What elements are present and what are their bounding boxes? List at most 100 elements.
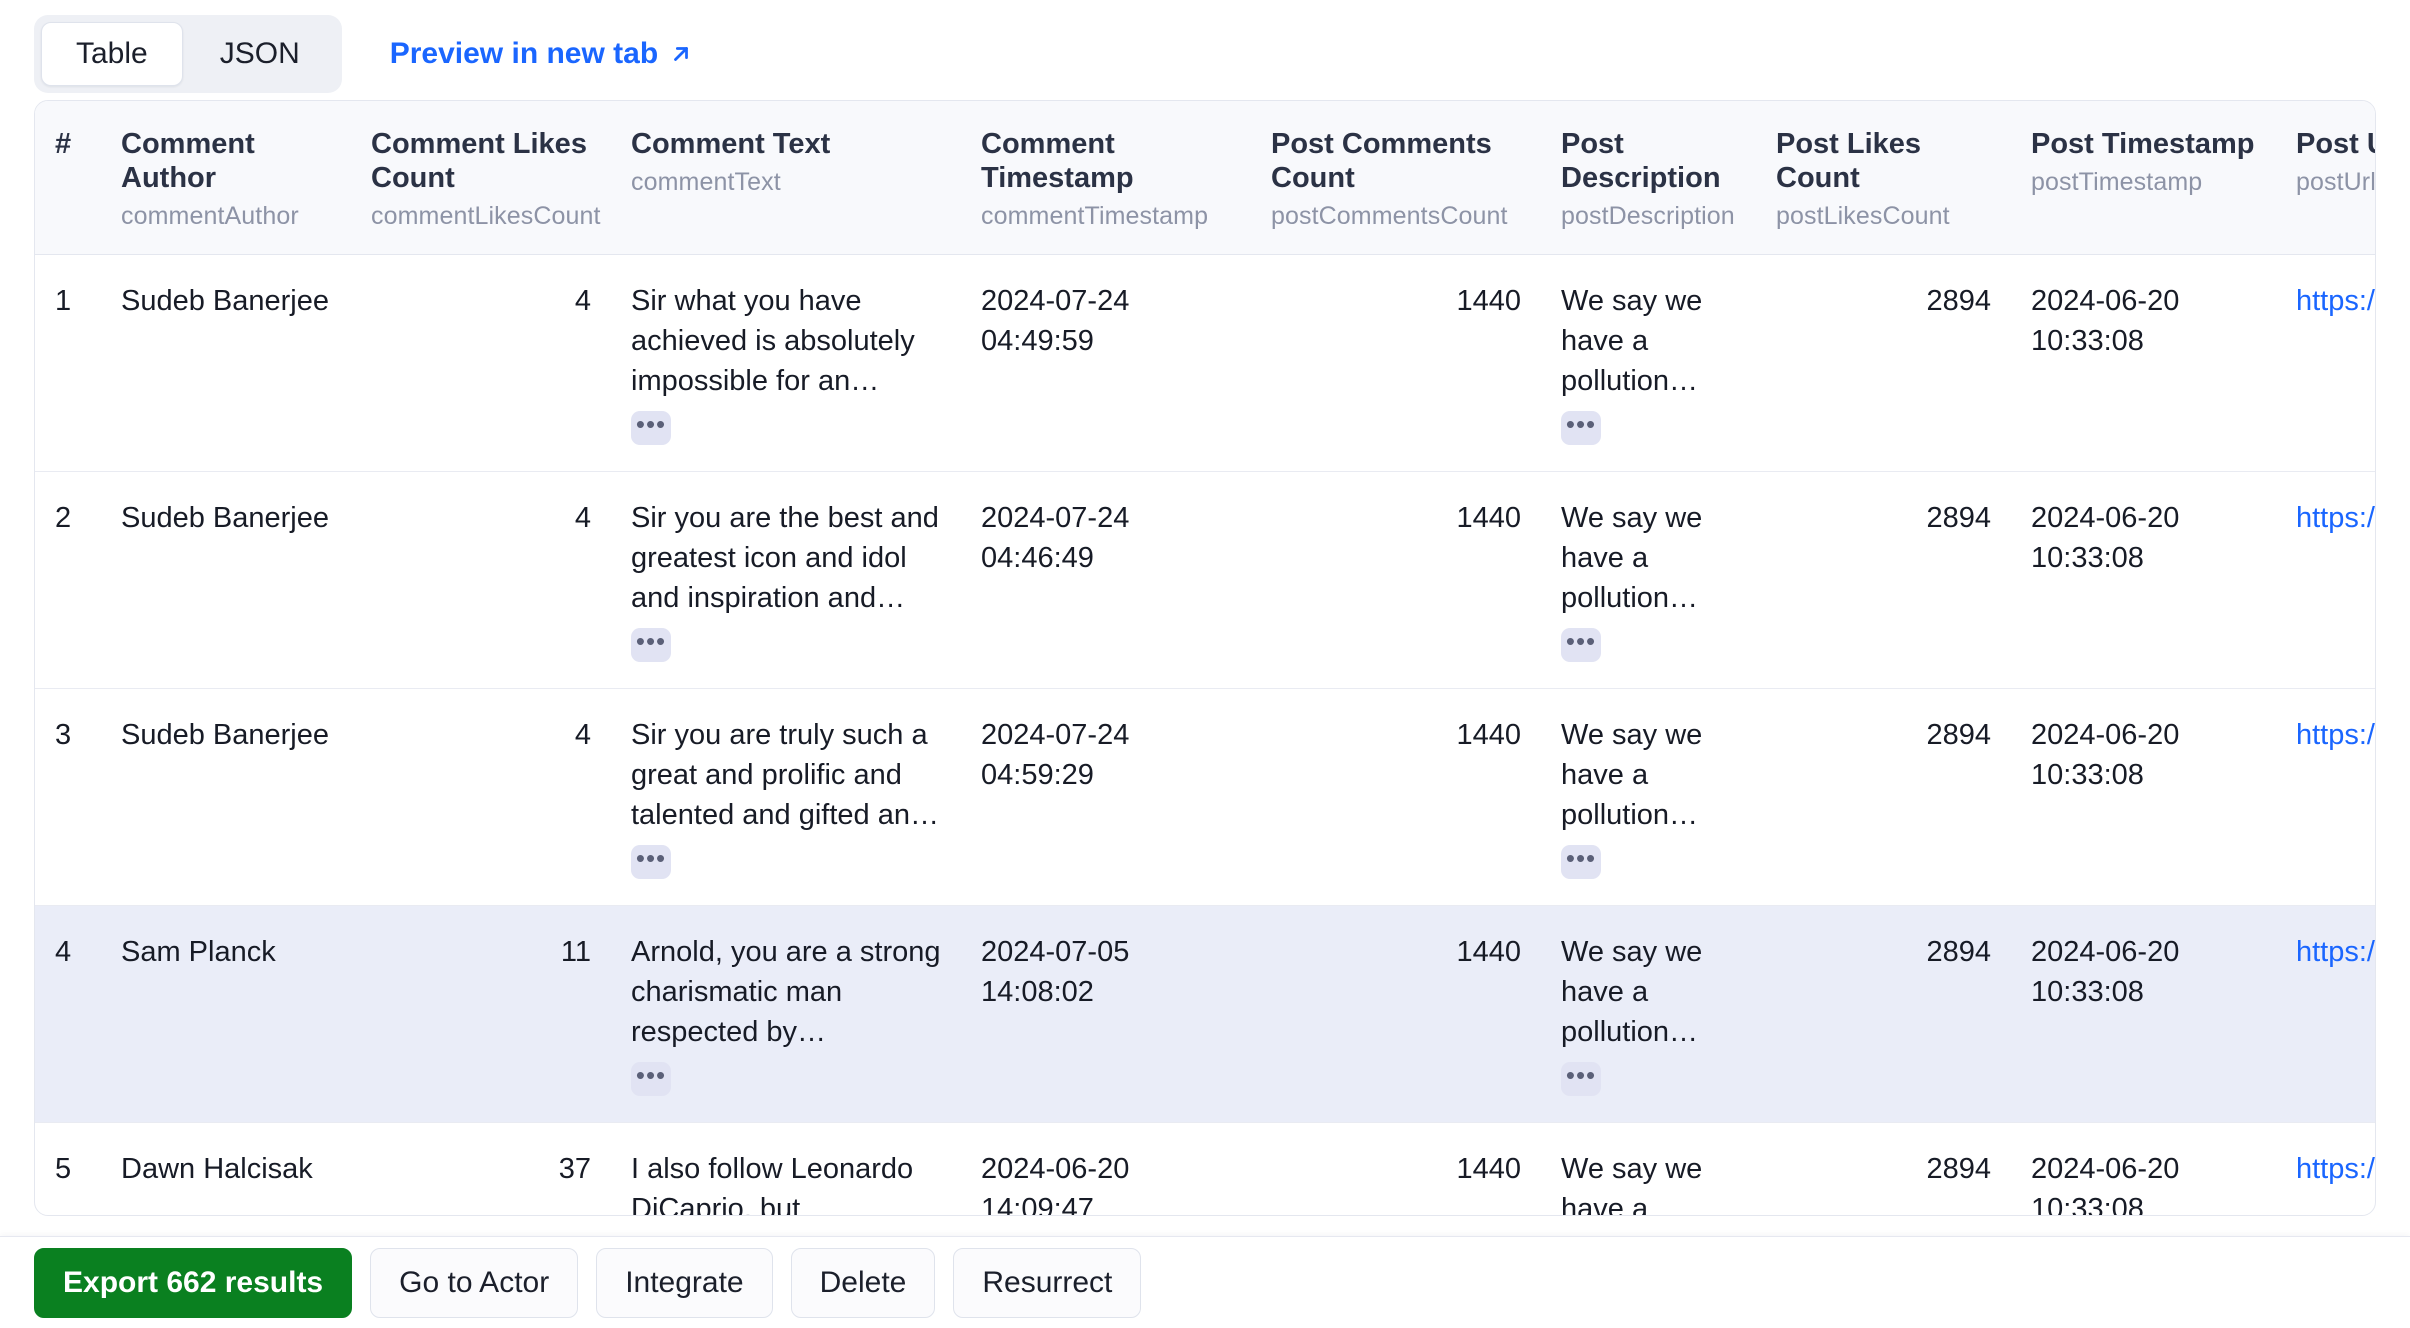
cell-post-url: https://www.facebook [2276,254,2375,472]
preview-in-new-tab-link[interactable]: Preview in new tab [390,37,692,71]
column-field-name: postDescription [1561,202,1735,231]
cell-post-url: https://www.facebook [2276,905,2375,1124]
column-header-comment-text[interactable]: Comment Text commentText [611,101,961,255]
table-body: 1 Sudeb Banerjee 4 Sir what you have achiev… [35,254,2375,1216]
expand-cell-button[interactable]: ••• [1561,1062,1601,1097]
cell-post-description: We say we have a pollution… ••• [1541,905,1756,1124]
cell-post-likes-count: 2894 [1756,905,2011,1124]
comment-text: I also follow Leonardo DiCaprio, but eve… [631,1153,914,1216]
column-title: Post URL [2296,128,2375,160]
post-url-link[interactable]: https://www.facebook [2296,1153,2375,1185]
column-field-name: postLikesCount [1776,202,1950,231]
column-title: Post Timestamp [2031,128,2255,160]
column-field-name: commentAuthor [121,202,299,231]
column-field-name: postCommentsCount [1271,202,1508,231]
column-title: Comment Timestamp [981,128,1134,195]
table-header-row: # Comment Author commentAuthor Comment L… [35,101,2375,255]
column-header-post-comments-count[interactable]: Post Comments Count postCommentsCount [1251,101,1541,255]
cell-post-description: We say we have a pollution… ••• [1541,688,1756,907]
row-index-cell: 5 [35,1122,101,1215]
cell-post-timestamp: 2024-06-20 10:33:08 [2011,688,2276,907]
delete-button[interactable]: Delete [790,1247,936,1318]
cell-post-comments-count: 1440 [1251,254,1541,472]
cell-post-timestamp: 2024-06-20 10:33:08 [2011,471,2276,690]
cell-comment-text: Sir you are truly such a great and proli… [611,688,961,907]
cell-comment-author: Sudeb Banerjee [101,254,351,472]
post-url-link[interactable]: https://www.facebook [2296,502,2375,534]
column-header-comment-likes-count[interactable]: Comment Likes Count commentLikesCount [351,101,611,255]
comment-text: Sir you are the best and greatest icon a… [631,501,939,615]
cell-comment-timestamp: 2024-07-24 04:49:59 [961,254,1251,472]
comment-text: Arnold, you are a strong charismatic man… [631,936,941,1049]
cell-post-description: We say we have a pollution… ••• [1541,254,1756,472]
column-header-post-description[interactable]: Post Description postDescription [1541,101,1756,255]
table-row[interactable]: 4 Sam Planck 11 Arnold, you are a strong ch… [35,905,2375,1124]
cell-post-comments-count: 1440 [1251,1122,1541,1215]
column-header-post-url[interactable]: Post URL postUrl [2276,101,2375,255]
column-title: Post Comments Count [1271,128,1492,195]
column-field-name: commentTimestamp [981,202,1209,231]
integrate-button[interactable]: Integrate [596,1247,773,1318]
results-table: # Comment Author commentAuthor Comment L… [35,101,2375,1216]
row-index-cell: 2 [35,471,101,690]
cell-comment-timestamp: 2024-07-05 14:08:02 [961,905,1251,1124]
cell-comment-likes-count: 11 [351,905,611,1124]
post-url-link[interactable]: https://www.facebook [2296,936,2375,968]
table-row[interactable]: 5 Dawn Halcisak 37 I also follow Leonardo D… [35,1122,2375,1216]
post-description-text: We say we have a pollution… [1561,501,1703,615]
view-toolbar: Table JSON Preview in new tab [0,0,2410,93]
export-results-button[interactable]: Export 662 results [34,1247,353,1318]
column-title: Post Description [1561,128,1721,195]
action-bar: Export 662 results Go to Actor Integrate… [0,1236,2410,1328]
cell-post-comments-count: 1440 [1251,905,1541,1124]
expand-cell-button[interactable]: ••• [1561,845,1601,880]
results-table-container: # Comment Author commentAuthor Comment L… [34,100,2376,1216]
post-description-text: We say we have a pollution… [1561,936,1703,1049]
tab-json[interactable]: JSON [185,22,335,86]
cell-comment-author: Dawn Halcisak [101,1122,351,1215]
cell-post-description: We say we have a pollution…••• [1541,1122,1756,1216]
expand-cell-button[interactable]: ••• [1561,628,1601,663]
table-row[interactable]: 1 Sudeb Banerjee 4 Sir what you have achiev… [35,254,2375,472]
column-title: Comment Text [631,128,831,160]
comment-text: Sir you are truly such a great and proli… [631,719,939,832]
column-header-index: # [35,101,101,255]
preview-link-label: Preview in new tab [389,37,659,70]
cell-comment-author: Sam Planck [101,905,351,1124]
column-title: Comment Likes Count [371,128,587,195]
cell-comment-text: Sir you are the best and greatest icon a… [611,471,961,690]
tab-table[interactable]: Table [41,22,183,86]
expand-cell-button[interactable]: ••• [1561,410,1601,445]
cell-comment-likes-count: 4 [351,254,611,472]
cell-comment-likes-count: 4 [351,471,611,690]
column-title: Comment Author [121,128,255,195]
post-description-text: We say we have a pollution… [1561,1153,1703,1216]
post-description-text: We say we have a pollution… [1561,284,1703,397]
column-field-name: commentText [631,168,781,197]
expand-cell-button[interactable]: ••• [631,845,671,880]
cell-post-comments-count: 1440 [1251,688,1541,907]
post-url-link[interactable]: https://www.facebook [2296,285,2375,317]
expand-cell-button[interactable]: ••• [631,1062,671,1097]
column-header-post-timestamp[interactable]: Post Timestamp postTimestamp [2011,101,2276,255]
post-description-text: We say we have a pollution… [1561,719,1703,832]
expand-cell-button[interactable]: ••• [631,628,671,663]
column-header-comment-timestamp[interactable]: Comment Timestamp commentTimestamp [961,101,1251,255]
resurrect-button[interactable]: Resurrect [953,1247,1142,1318]
cell-post-url: https://www.facebook [2276,688,2375,907]
view-mode-switcher[interactable]: Table JSON [34,15,342,93]
cell-comment-likes-count: 37 [351,1122,611,1215]
comment-text: Sir what you have achieved is absolutely… [631,284,915,397]
post-url-link[interactable]: https://www.facebook [2296,719,2375,751]
cell-post-description: We say we have a pollution… ••• [1541,471,1756,690]
table-row[interactable]: 2 Sudeb Banerjee 4 Sir you are the best and… [35,471,2375,690]
cell-comment-timestamp: 2024-07-24 04:46:49 [961,471,1251,690]
row-index-cell: 4 [35,905,101,1124]
table-row[interactable]: 3 Sudeb Banerjee 4 Sir you are truly such a… [35,688,2375,907]
expand-cell-button[interactable]: ••• [631,410,671,445]
cell-post-timestamp: 2024-06-20 10:33:08 [2011,1122,2276,1215]
go-to-actor-button[interactable]: Go to Actor [370,1247,579,1318]
cell-post-likes-count: 2894 [1756,1122,2011,1215]
column-header-comment-author[interactable]: Comment Author commentAuthor [101,101,351,255]
column-header-post-likes-count[interactable]: Post Likes Count postLikesCount [1756,101,2011,255]
